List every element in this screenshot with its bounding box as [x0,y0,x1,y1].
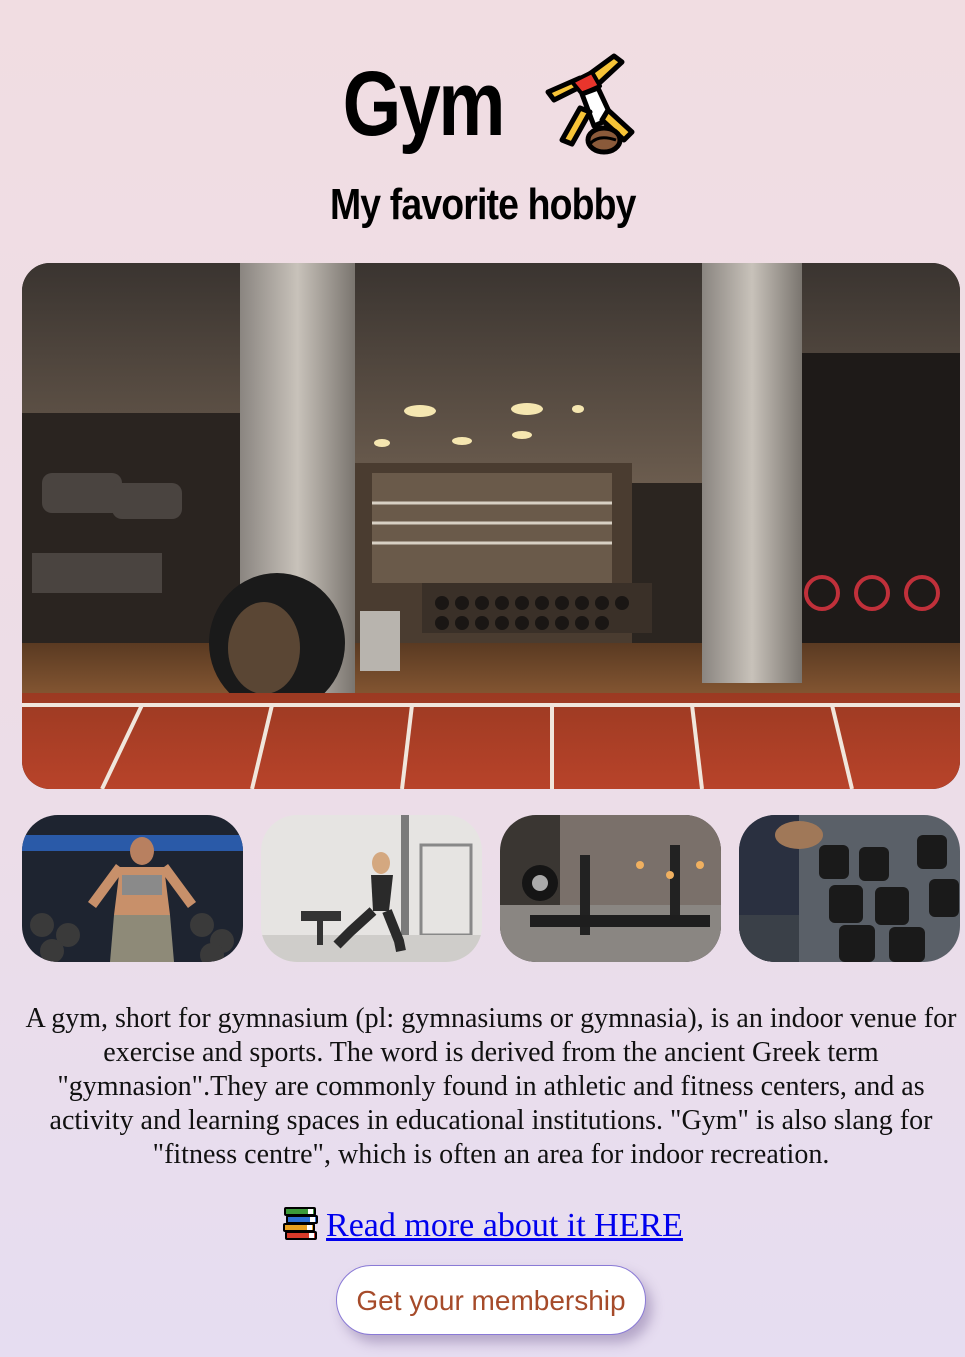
thumbnail-image [500,815,721,962]
thumbnail-image [261,815,482,962]
person-cartwheeling-icon [545,53,635,155]
get-membership-button[interactable]: Get your membership [336,1265,646,1335]
description-text: A gym, short for gymnasium (pl: gymnasiu… [25,1003,957,1170]
page-title: Gym [342,53,505,155]
books-icon [283,1207,319,1240]
title-row: Gym [0,48,965,160]
read-more-row: Read more about it HERE [0,1206,965,1246]
thumbnail-gallery [22,815,960,962]
hero-image [22,263,960,789]
page-subtitle: My favorite hobby [329,180,636,229]
thumbnail-image [22,815,243,962]
read-more-link[interactable]: Read more about it HERE [282,1207,683,1244]
thumbnail-image [739,815,960,962]
read-more-label[interactable]: Read more about it HERE [326,1207,683,1244]
